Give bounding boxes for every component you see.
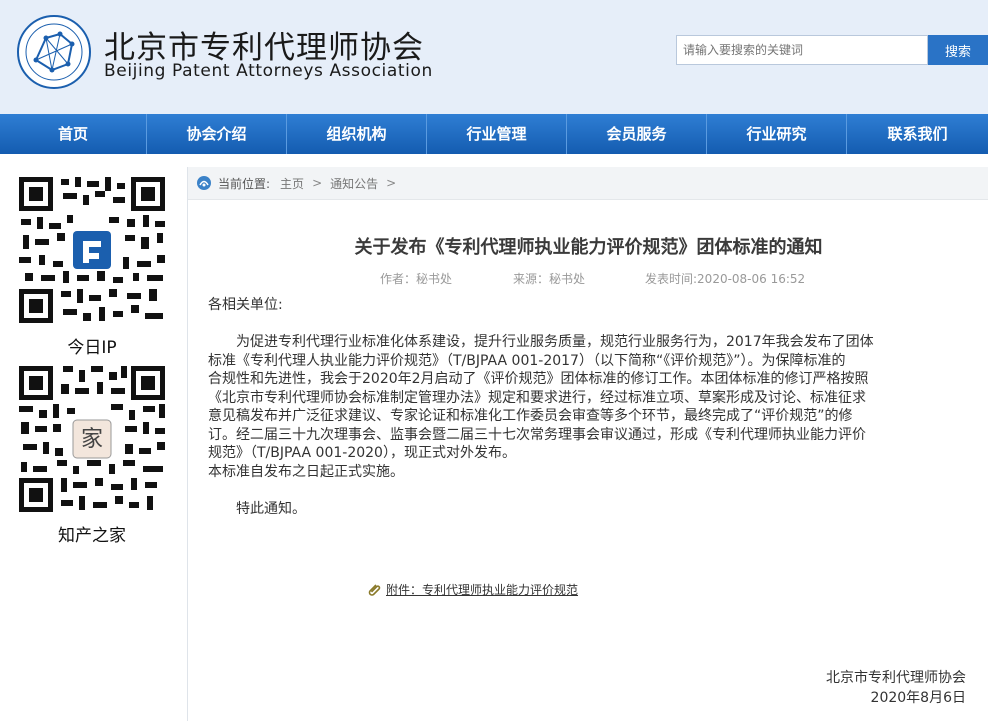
qr-label-today-ip: 今日IP	[67, 338, 117, 358]
paragraph-line: 标准《专利代理人执业能力评价规范》（T/BJPAA 001-2017）（以下简称…	[208, 352, 846, 369]
main-nav: 首页 协会介绍 组织机构 行业管理 会员服务 行业研究 联系我们	[0, 114, 988, 154]
signature-organization: 北京市专利代理师协会	[826, 670, 966, 686]
paragraph-line: 《北京市专利代理师协会标准制定管理办法》规定和要求进行，经过标准立项、草案形成及…	[208, 389, 866, 406]
nav-item-industry-management[interactable]: 行业管理	[427, 114, 567, 154]
search-input[interactable]	[676, 35, 928, 65]
paragraph-line: 合规性和先进性，我会于2020年2月启动了《评价规范》团体标准的修订工作。本团体…	[208, 371, 869, 387]
site-title-en: Beijing Patent Attorneys Association	[104, 61, 433, 81]
nav-item-member-services[interactable]: 会员服务	[567, 114, 707, 154]
breadcrumb: 当前位置: 主页 > 通知公告 >	[188, 167, 988, 200]
signature-date: 2020年8月6日	[870, 690, 966, 706]
article-source: 来源：秘书处	[513, 272, 586, 286]
breadcrumb-notices-link[interactable]: 通知公告	[330, 175, 378, 192]
breadcrumb-separator: >	[386, 176, 397, 190]
attachment-link[interactable]: 附件：专利代理师执业能力评价规范	[366, 581, 578, 598]
qr-label-ip-home: 知产之家	[58, 526, 126, 546]
nav-item-industry-research[interactable]: 行业研究	[707, 114, 847, 154]
site-header: 北京市专利代理师协会 Beijing Patent Attorneys Asso…	[0, 0, 988, 114]
paragraph-line: 订。经二届三十九次理事会、监事会暨二届三十七次常务理事会审议通过，形成《专利代理…	[208, 426, 866, 443]
breadcrumb-label: 当前位置:	[218, 176, 271, 191]
qr-code-ip-home-icon: 家	[17, 364, 167, 514]
article-title: 关于发布《专利代理师执业能力评价规范》团体标准的通知	[354, 237, 823, 258]
salutation: 各相关单位:	[208, 297, 283, 313]
paperclip-icon	[368, 583, 381, 596]
nav-item-organization[interactable]: 组织机构	[287, 114, 427, 154]
closing-text: 特此通知。	[236, 500, 306, 517]
paragraph-line: 意见稿发布并广泛征求建议、专家论证和标准化工作委员会审查等多个环节，最终完成了“…	[208, 408, 853, 424]
article-body: 各相关单位: 为促进专利代理行业标准化体系建设，提升行业服务质量，规范行业服务行…	[208, 296, 970, 518]
breadcrumb-separator: >	[312, 176, 323, 190]
nav-item-contact[interactable]: 联系我们	[847, 114, 988, 154]
article-panel: 当前位置: 主页 > 通知公告 > 关于发布《专利代理师执业能力评价规范》团体标…	[187, 167, 988, 721]
article-publish-date: 发表时间:2020-08-06 16:52	[645, 272, 806, 286]
location-icon	[197, 176, 211, 190]
attachment-label[interactable]: 附件：专利代理师执业能力评价规范	[386, 581, 578, 598]
article-author: 作者：秘书处	[380, 272, 453, 286]
association-logo-icon[interactable]	[16, 14, 92, 90]
svg-text:家: 家	[81, 427, 103, 452]
nav-item-home[interactable]: 首页	[0, 114, 147, 154]
search-button[interactable]: 搜索	[928, 35, 988, 65]
paragraph-line: 为促进专利代理行业标准化体系建设，提升行业服务质量，规范行业服务行为，2017年…	[236, 334, 874, 350]
qr-code-today-ip-icon	[17, 175, 167, 325]
paragraph-line: 规范》（T/BJPAA 001-2020），现正式对外发布。	[208, 445, 516, 461]
breadcrumb-home-link[interactable]: 主页	[280, 175, 304, 192]
nav-item-about[interactable]: 协会介绍	[147, 114, 287, 154]
paragraph-effective: 本标准自发布之日起正式实施。	[208, 463, 404, 480]
